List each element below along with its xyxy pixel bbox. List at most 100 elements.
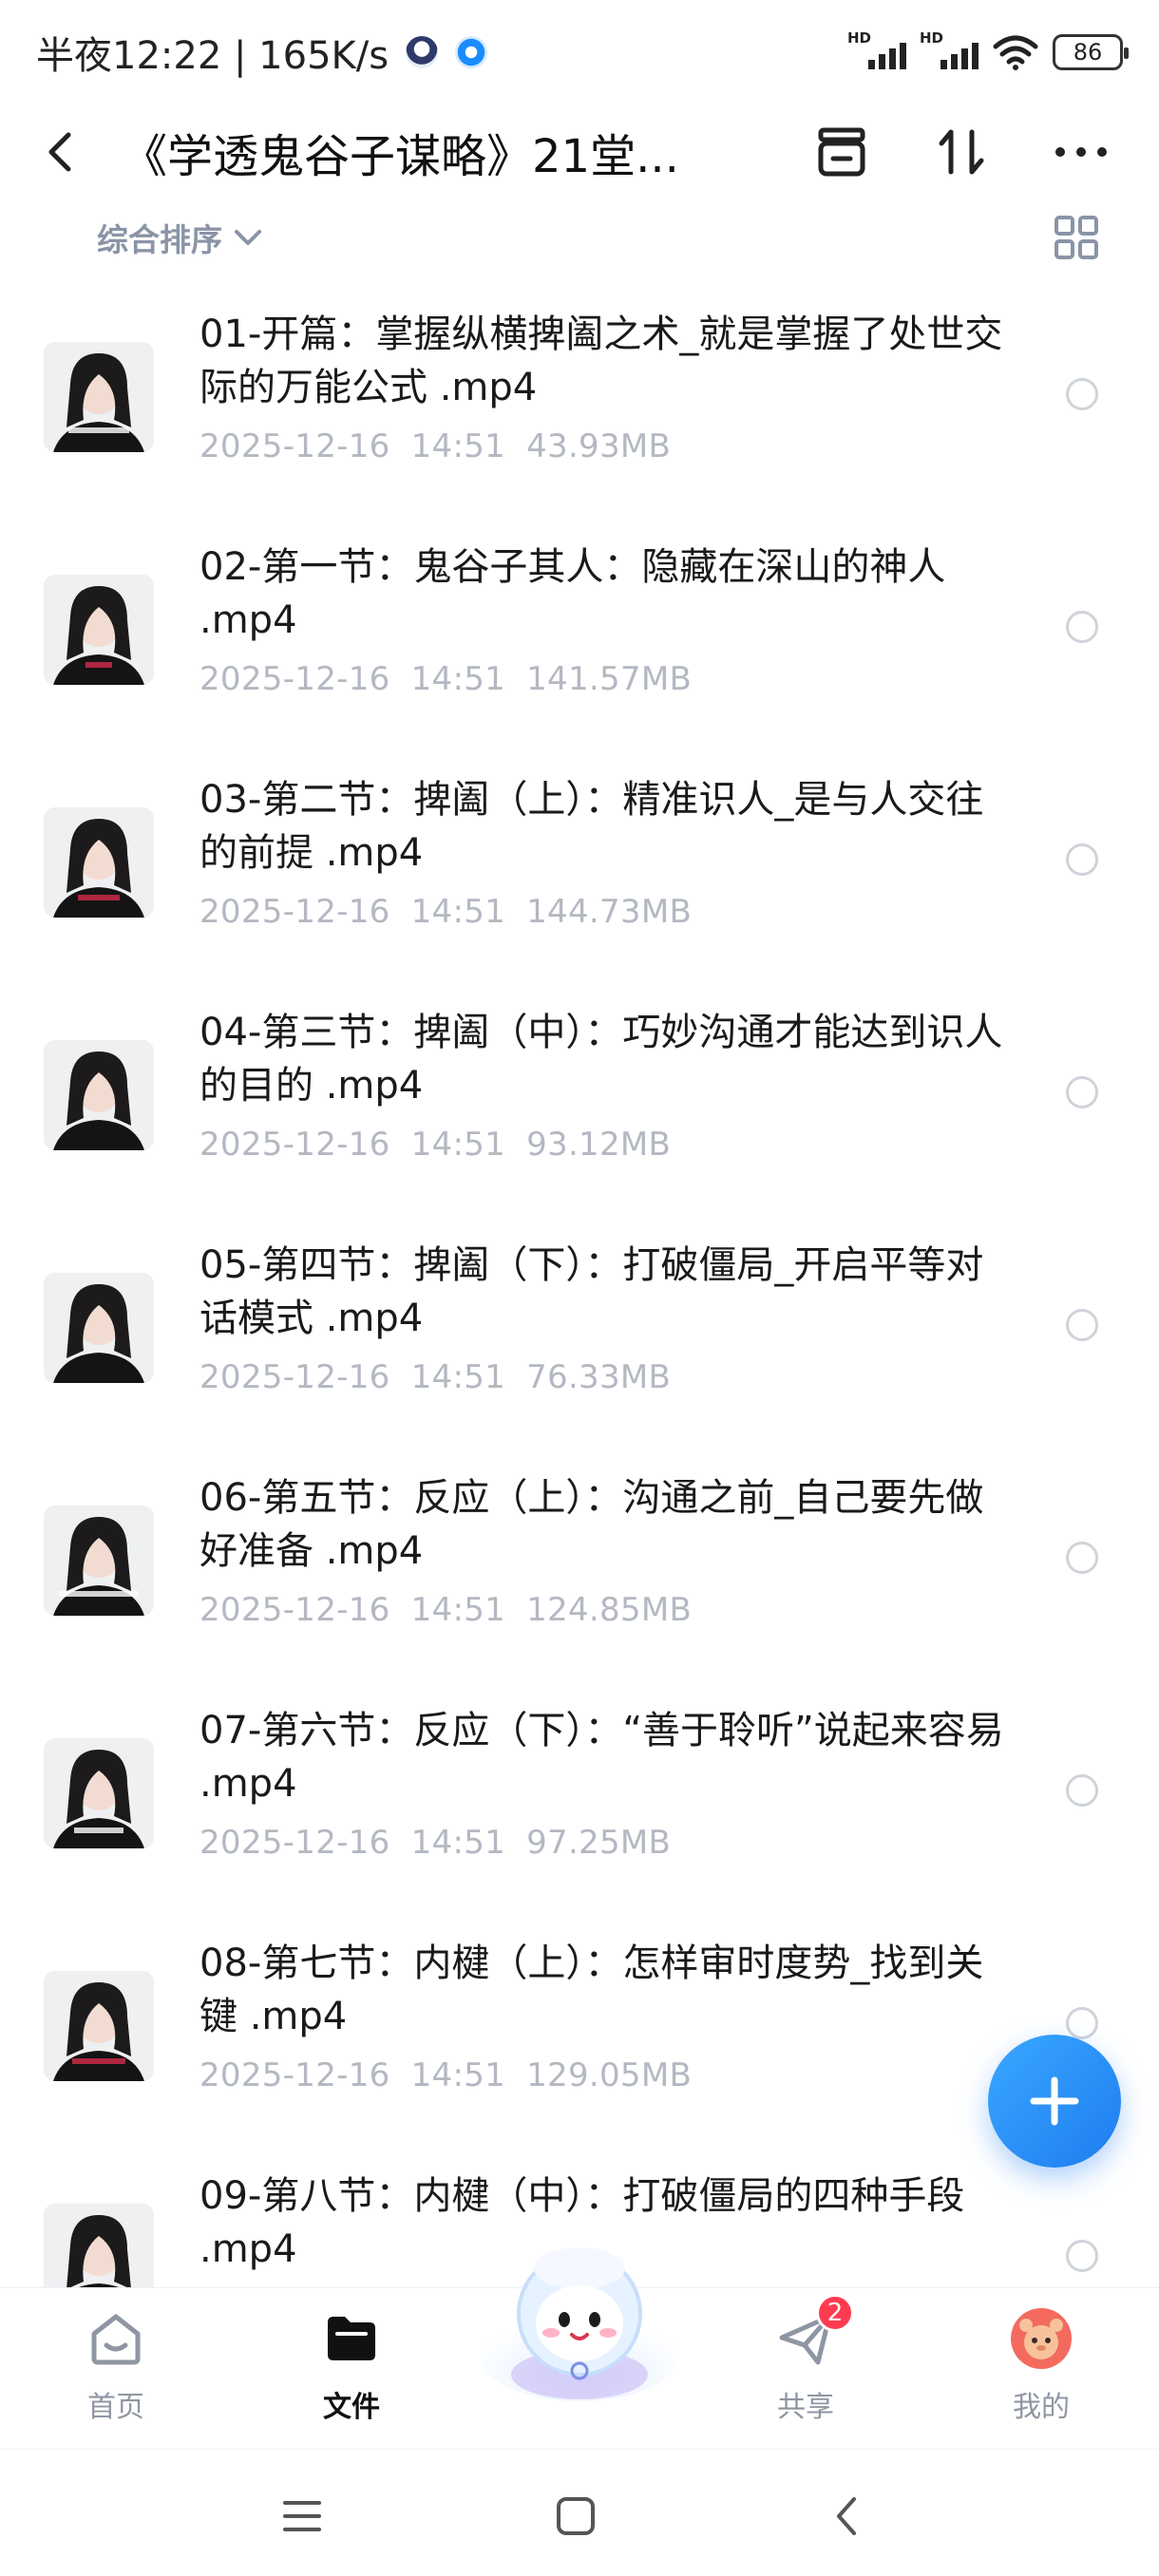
file-size: 93.12MB — [526, 1126, 672, 1164]
sort-order-icon[interactable] — [931, 122, 992, 182]
file-meta: 2025-12-16 14:51 144.73MB — [200, 893, 712, 931]
paper-plane-icon: 2 — [772, 2294, 854, 2372]
menu-icon[interactable] — [274, 2488, 331, 2545]
file-size: 141.57MB — [526, 660, 693, 698]
list-item[interactable]: 08-第七节：内楗（上）：怎样审时度势_找到关键 .mp4 2025-12-16… — [0, 1914, 1159, 2147]
sort-dropdown[interactable]: 综合排序 — [97, 215, 222, 260]
list-item[interactable]: 02-第一节：鬼谷子其人：隐藏在深山的神人 .mp4 2025-12-16 14:… — [0, 518, 1159, 750]
file-size: 129.05MB — [526, 2056, 693, 2094]
select-checkbox[interactable] — [1066, 2007, 1098, 2039]
select-checkbox[interactable] — [1066, 1542, 1098, 1574]
select-checkbox[interactable] — [1066, 378, 1098, 410]
archive-icon[interactable] — [811, 122, 872, 182]
file-time: 14:51 — [410, 1358, 506, 1396]
home-button-icon[interactable] — [547, 2488, 604, 2545]
file-meta: 2025-12-16 14:51 93.12MB — [200, 1126, 692, 1164]
page-title: 《学透鬼谷子谋略》21堂... — [122, 130, 679, 183]
avatar — [1008, 2305, 1074, 2372]
select-checkbox[interactable] — [1066, 1774, 1098, 1807]
file-time: 14:51 — [410, 1824, 506, 1862]
wifi-icon — [993, 35, 1038, 70]
file-time: 14:51 — [410, 1126, 506, 1164]
file-date: 2025-12-16 — [200, 2056, 390, 2094]
add-button[interactable] — [988, 2035, 1121, 2168]
video-thumbnail — [44, 1273, 154, 1383]
file-meta: 2025-12-16 14:51 124.85MB — [200, 1591, 712, 1629]
system-back-icon[interactable] — [819, 2488, 876, 2545]
app-screen: 半夜12:22 | 165K/s HD HD 86 《学透鬼谷子谋略》21堂..… — [0, 0, 1159, 2576]
file-name: 03-第二节：捭阖（上）：精准识人_是与人交往的前提 .mp4 — [200, 778, 984, 875]
back-icon[interactable] — [32, 123, 89, 180]
file-date: 2025-12-16 — [200, 427, 390, 465]
file-size: 76.33MB — [526, 1358, 672, 1396]
select-checkbox[interactable] — [1066, 2240, 1098, 2272]
select-checkbox[interactable] — [1066, 1076, 1098, 1108]
file-meta: 2025-12-16 14:51 43.93MB — [200, 427, 692, 465]
nav-me[interactable]: 我的 — [975, 2305, 1108, 2425]
list-item[interactable]: 06-第五节：反应（上）：沟通之前_自己要先做好准备 .mp4 2025-12-… — [0, 1449, 1159, 1681]
file-time: 14:51 — [410, 660, 506, 698]
list-item[interactable]: 04-第三节：捭阖（中）：巧妙沟通才能达到识人的目的 .mp4 2025-12-… — [0, 983, 1159, 1216]
header-actions — [811, 122, 1127, 182]
signal-icon: HD — [920, 29, 978, 71]
file-date: 2025-12-16 — [200, 1358, 390, 1396]
folder-icon — [318, 2305, 385, 2372]
file-size: 43.93MB — [526, 427, 672, 465]
file-name: 08-第七节：内楗（上）：怎样审时度势_找到关键 .mp4 — [200, 1941, 984, 2038]
assistant-mascot-button[interactable] — [475, 2232, 684, 2403]
file-time: 14:51 — [410, 1591, 506, 1629]
file-meta: 2025-12-16 14:51 129.05MB — [200, 2056, 712, 2094]
video-thumbnail — [44, 1738, 154, 1848]
status-time: 半夜12:22 | 165K/s — [36, 34, 390, 78]
video-thumbnail — [44, 807, 154, 918]
system-nav-bar — [0, 2449, 1159, 2576]
battery-level: 86 — [1073, 39, 1103, 66]
battery-icon: 86 — [1053, 34, 1129, 70]
status-right: HD HD 86 — [847, 29, 1129, 71]
list-item[interactable]: 05-第四节：捭阖（下）：打破僵局_开启平等对话模式 .mp4 2025-12-… — [0, 1216, 1159, 1449]
status-left: 半夜12:22 | 165K/s — [36, 25, 488, 80]
video-thumbnail — [44, 1506, 154, 1616]
grid-view-icon[interactable] — [1053, 214, 1100, 261]
file-size: 124.85MB — [526, 1591, 693, 1629]
file-date: 2025-12-16 — [200, 893, 390, 931]
nav-files[interactable]: 文件 — [285, 2305, 418, 2425]
video-thumbnail — [44, 575, 154, 685]
file-list: 01-开篇：掌握纵横捭阖之术_就是掌握了处世交际的万能公式 .mp4 2025-… — [0, 285, 1159, 2379]
video-thumbnail — [44, 1040, 154, 1150]
share-badge: 2 — [816, 2294, 854, 2332]
list-item[interactable]: 07-第六节：反应（下）：“善于聆听”说起来容易 .mp4 2025-12-16… — [0, 1681, 1159, 1914]
file-date: 2025-12-16 — [200, 1824, 390, 1862]
sort-row: 综合排序 — [0, 207, 1159, 268]
select-checkbox[interactable] — [1066, 1309, 1098, 1341]
select-checkbox[interactable] — [1066, 611, 1098, 643]
status-bar: 半夜12:22 | 165K/s HD HD 86 — [0, 0, 1159, 104]
chevron-down-icon[interactable] — [232, 221, 264, 254]
file-name: 07-第六节：反应（下）：“善于聆听”说起来容易 .mp4 — [200, 1709, 1004, 1806]
file-date: 2025-12-16 — [200, 1591, 390, 1629]
list-item[interactable]: 01-开篇：掌握纵横捭阖之术_就是掌握了处世交际的万能公式 .mp4 2025-… — [0, 285, 1159, 518]
more-icon[interactable] — [1051, 122, 1112, 182]
file-date: 2025-12-16 — [200, 1126, 390, 1164]
video-thumbnail — [44, 1971, 154, 2081]
file-meta: 2025-12-16 14:51 76.33MB — [200, 1358, 692, 1396]
file-meta: 2025-12-16 14:51 141.57MB — [200, 660, 712, 698]
select-checkbox[interactable] — [1066, 843, 1098, 876]
file-time: 14:51 — [410, 427, 506, 465]
upload-notification-icon — [455, 36, 488, 68]
header-bar: 《学透鬼谷子谋略》21堂... — [0, 104, 1159, 199]
file-date: 2025-12-16 — [200, 660, 390, 698]
list-item[interactable]: 03-第二节：捭阖（上）：精准识人_是与人交往的前提 .mp4 2025-12-… — [0, 750, 1159, 983]
file-time: 14:51 — [410, 893, 506, 931]
file-size: 144.73MB — [526, 893, 693, 931]
nav-home-label: 首页 — [87, 2391, 144, 2424]
nav-share-label: 共享 — [777, 2391, 834, 2424]
home-icon — [83, 2305, 149, 2372]
nav-me-label: 我的 — [1013, 2391, 1070, 2424]
file-name: 05-第四节：捭阖（下）：打破僵局_开启平等对话模式 .mp4 — [200, 1243, 984, 1340]
signal-icon: HD — [847, 29, 906, 71]
nav-share[interactable]: 2 共享 — [739, 2294, 872, 2425]
file-name: 06-第五节：反应（上）：沟通之前_自己要先做好准备 .mp4 — [200, 1476, 984, 1573]
nav-home[interactable]: 首页 — [49, 2305, 182, 2425]
file-time: 14:51 — [410, 2056, 506, 2094]
